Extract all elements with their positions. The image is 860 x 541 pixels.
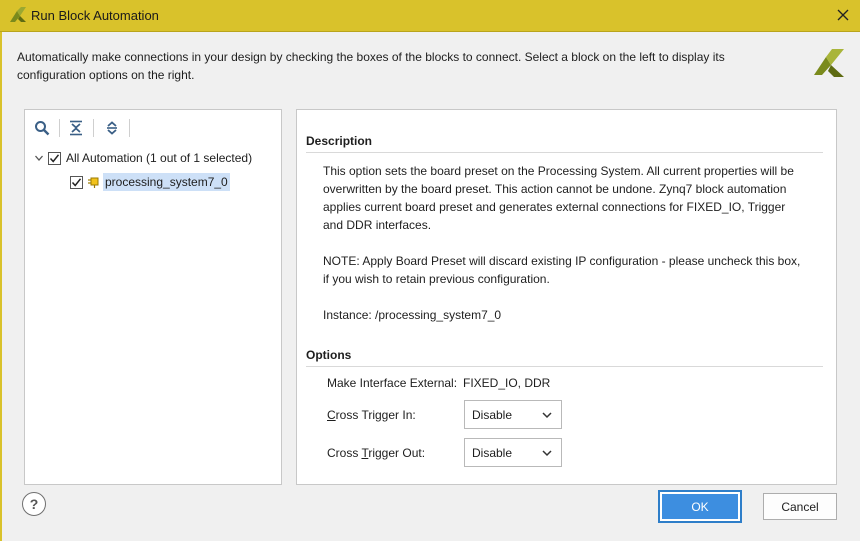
label-rest: rigger Out: bbox=[368, 446, 426, 460]
cross-trigger-out-select[interactable]: Disable bbox=[464, 438, 562, 467]
processing-system-checkbox[interactable] bbox=[70, 175, 83, 189]
label-rest: ross Trigger In: bbox=[335, 408, 416, 422]
configuration-panel: Description This option sets the board p… bbox=[296, 109, 837, 485]
description-text: This option sets the board preset on the… bbox=[323, 162, 818, 234]
tree-item-label: All Automation (1 out of 1 selected) bbox=[66, 151, 253, 165]
instance-text: Instance: /processing_system7_0 bbox=[323, 308, 502, 322]
tree-item-processing-system[interactable]: processing_system7_0 bbox=[70, 172, 230, 192]
intro-line-1: Automatically make connections in your d… bbox=[17, 50, 725, 64]
collapse-all-button[interactable] bbox=[66, 118, 86, 138]
chevron-down-icon[interactable] bbox=[34, 153, 44, 163]
note-line: NOTE: Apply Board Preset will discard ex… bbox=[323, 254, 801, 268]
block-tree-panel: All Automation (1 out of 1 selected) pro… bbox=[24, 109, 282, 485]
label-prefix: Cross bbox=[327, 446, 362, 460]
note-text: NOTE: Apply Board Preset will discard ex… bbox=[323, 252, 818, 288]
tree-toolbar bbox=[25, 110, 281, 144]
ip-block-icon bbox=[88, 177, 99, 188]
select-value: Disable bbox=[472, 407, 513, 422]
description-line: This option sets the board preset on the… bbox=[323, 164, 794, 178]
description-line: applies current board preset and generat… bbox=[323, 200, 786, 214]
help-icon: ? bbox=[29, 496, 39, 512]
help-button[interactable]: ? bbox=[22, 492, 46, 516]
window-border bbox=[0, 32, 2, 541]
cross-trigger-in-select[interactable]: Disable bbox=[464, 400, 562, 429]
expand-all-button[interactable] bbox=[102, 118, 122, 138]
ok-button-label: OK bbox=[662, 494, 738, 519]
checkmark-icon bbox=[49, 153, 60, 163]
chevron-down-icon bbox=[542, 412, 552, 419]
make-external-label: Make Interface External: bbox=[327, 376, 458, 390]
close-button[interactable] bbox=[832, 4, 854, 26]
make-external-value: FIXED_IO, DDR bbox=[463, 376, 551, 390]
intro-line-2: configuration options on the right. bbox=[17, 68, 195, 82]
select-value: Disable bbox=[472, 445, 513, 460]
toolbar-separator bbox=[129, 119, 130, 137]
toolbar-separator bbox=[59, 119, 60, 137]
description-line: and DDR interfaces. bbox=[323, 218, 432, 232]
tree-item-all-automation[interactable]: All Automation (1 out of 1 selected) bbox=[34, 148, 252, 168]
cross-trigger-out-label: Cross Trigger Out: bbox=[327, 446, 425, 460]
description-line: overwritten by the board preset. This ac… bbox=[323, 182, 787, 196]
window-title: Run Block Automation bbox=[31, 8, 159, 23]
cancel-button[interactable]: Cancel bbox=[763, 493, 837, 520]
close-icon bbox=[837, 9, 849, 21]
collapse-all-icon bbox=[70, 120, 82, 136]
search-button[interactable] bbox=[32, 118, 52, 138]
app-logo-icon bbox=[10, 7, 26, 22]
description-header: Description bbox=[306, 134, 823, 153]
expand-all-icon bbox=[107, 121, 117, 135]
tree-item-label: processing_system7_0 bbox=[103, 173, 230, 191]
search-icon bbox=[35, 121, 50, 136]
title-bar: Run Block Automation bbox=[0, 0, 860, 32]
cross-trigger-in-label: Cross Trigger In: bbox=[327, 408, 416, 422]
chevron-down-icon bbox=[542, 450, 552, 457]
all-automation-checkbox[interactable] bbox=[48, 151, 61, 165]
intro-text: Automatically make connections in your d… bbox=[17, 48, 757, 84]
ok-button[interactable]: OK bbox=[658, 490, 742, 523]
note-line: if you wish to retain previous configura… bbox=[323, 272, 550, 286]
checkmark-icon bbox=[71, 177, 82, 187]
vivado-logo-icon bbox=[814, 49, 844, 77]
toolbar-separator bbox=[93, 119, 94, 137]
options-header: Options bbox=[306, 348, 823, 367]
label-mnemonic: C bbox=[327, 408, 336, 422]
